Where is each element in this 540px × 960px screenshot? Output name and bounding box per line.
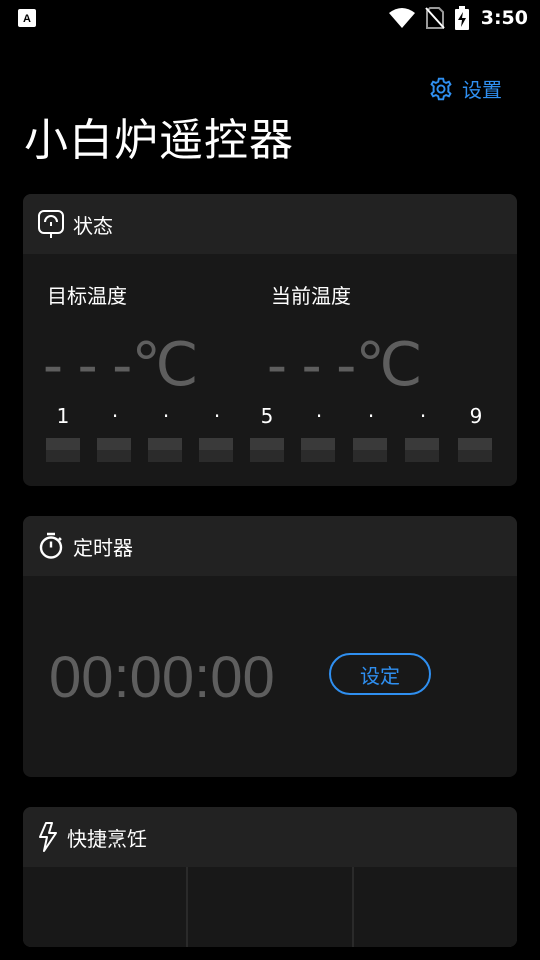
clock-time: 3:50: [480, 7, 528, 29]
quick-cook-option[interactable]: [188, 867, 352, 947]
level-label: ·: [315, 404, 323, 428]
no-sim-icon: [424, 7, 445, 29]
level-label: 1: [56, 404, 70, 428]
level-bar: [250, 438, 284, 462]
status-icons: 3:50: [388, 6, 528, 30]
quick-cook-card-header: 快捷烹饪: [23, 807, 517, 867]
status-bar: A 3:50: [0, 0, 540, 36]
level-label: 5: [260, 404, 274, 428]
level-bar: [97, 438, 131, 462]
stopwatch-icon: [39, 532, 63, 559]
timer-card: 定时器 00:00:00 设定: [23, 516, 517, 777]
timer-card-header: 定时器: [23, 516, 517, 576]
level-label: 9: [469, 404, 483, 428]
level-bar: [301, 438, 335, 462]
target-temp-value: - - -℃: [43, 331, 199, 398]
current-temp-label: 当前温度: [271, 284, 351, 308]
level-bar: [148, 438, 182, 462]
timer-set-button[interactable]: 设定: [329, 653, 431, 695]
quick-cook-option[interactable]: [353, 867, 517, 947]
status-card: 状态 目标温度 当前温度 - - -℃ - - -℃ 1 · · · 5 · ·…: [23, 194, 517, 486]
timer-card-title: 定时器: [73, 535, 133, 560]
page-title: 小白炉遥控器: [24, 115, 294, 166]
current-temp-value: - - -℃: [267, 331, 423, 398]
svg-text:A: A: [23, 13, 31, 25]
level-label: ·: [419, 404, 427, 428]
status-card-title: 状态: [73, 213, 113, 238]
settings-label: 设置: [462, 78, 502, 102]
gear-icon: [430, 77, 452, 100]
timer-display: 00:00:00: [49, 645, 275, 710]
level-bar: [458, 438, 492, 462]
quick-cook-option[interactable]: [23, 867, 187, 947]
level-bar: [199, 438, 233, 462]
level-bar: [46, 438, 80, 462]
level-label: ·: [111, 404, 119, 428]
settings-button[interactable]: 设置: [428, 74, 502, 103]
quick-cook-card: 快捷烹饪: [23, 807, 517, 947]
quick-cook-grid: [23, 867, 517, 947]
status-card-header: 状态: [23, 194, 517, 254]
flash-icon: [39, 822, 57, 852]
battery-charging-icon: [454, 6, 469, 30]
thermometer-status-icon: [38, 210, 64, 238]
level-label: ·: [162, 404, 170, 428]
level-bar: [353, 438, 387, 462]
wifi-icon: [388, 8, 415, 28]
quick-cook-card-title: 快捷烹饪: [67, 826, 147, 851]
target-temp-label: 目标温度: [47, 284, 127, 308]
keyboard-notification-icon: A: [18, 9, 36, 27]
level-label: ·: [367, 404, 375, 428]
level-bar: [405, 438, 439, 462]
level-label: ·: [213, 404, 221, 428]
